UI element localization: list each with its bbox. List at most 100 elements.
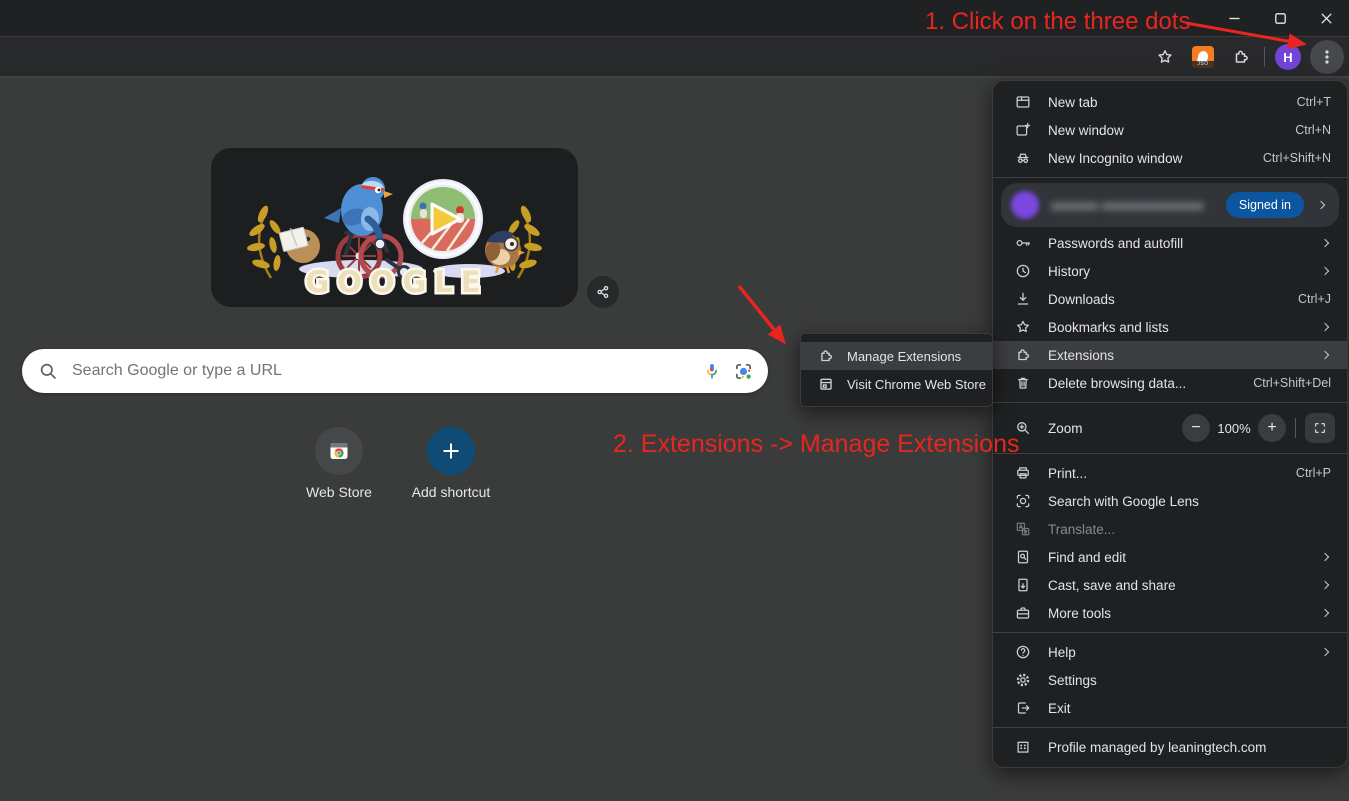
menu-item-new-tab[interactable]: New tab Ctrl+T [993, 88, 1347, 116]
menu-item-translate: Translate... [993, 515, 1347, 543]
cast-share-icon [1013, 576, 1033, 594]
share-icon [595, 284, 611, 300]
chevron-right-icon [1321, 351, 1329, 359]
close-button[interactable] [1303, 0, 1349, 36]
chevron-right-icon [1317, 201, 1325, 209]
menu-item-shortcut: Ctrl+P [1296, 466, 1331, 480]
key-icon [1013, 234, 1033, 252]
laurel-left [246, 204, 282, 278]
menu-item-history[interactable]: History [993, 257, 1347, 285]
window-controls [1211, 0, 1349, 36]
menu-item-label: New Incognito window [1048, 151, 1263, 166]
help-icon [1013, 643, 1033, 661]
chrome-main-menu: New tab Ctrl+T New window Ctrl+N New Inc… [992, 80, 1348, 768]
building-icon [1013, 738, 1033, 756]
menu-item-new-window[interactable]: New window Ctrl+N [993, 116, 1347, 144]
menu-profile-row[interactable]: ●●●●●● ●●●●●●●●●●●●● Signed in [1001, 183, 1339, 227]
menu-item-label: Cast, save and share [1048, 578, 1322, 593]
web-store-icon [315, 427, 363, 475]
menu-item-label: Delete browsing data... [1048, 376, 1253, 391]
maximize-button[interactable] [1257, 0, 1303, 36]
menu-footer-label: Profile managed by leaningtech.com [1048, 740, 1331, 755]
extensions-puzzle-icon[interactable] [1222, 37, 1260, 77]
exit-icon [1013, 699, 1033, 717]
translate-icon [1013, 520, 1033, 538]
submenu-item-visit-web-store[interactable]: Visit Chrome Web Store [801, 370, 992, 398]
menu-separator [993, 402, 1347, 403]
menu-item-help[interactable]: Help [993, 638, 1347, 666]
menu-item-label: Translate... [1048, 522, 1331, 537]
menu-item-profile-managed[interactable]: Profile managed by leaningtech.com [993, 733, 1347, 761]
extensions-submenu: Manage Extensions Visit Chrome Web Store [800, 333, 993, 407]
menu-zoom-row: Zoom − 100% + [993, 408, 1347, 448]
menu-item-delete-browsing-data[interactable]: Delete browsing data... Ctrl+Shift+Del [993, 369, 1347, 397]
menu-item-cast-save-share[interactable]: Cast, save and share [993, 571, 1347, 599]
menu-item-bookmarks-lists[interactable]: Bookmarks and lists [993, 313, 1347, 341]
menu-item-passwords-autofill[interactable]: Passwords and autofill [993, 229, 1347, 257]
zoom-in-button[interactable]: + [1258, 414, 1286, 442]
menu-item-downloads[interactable]: Downloads Ctrl+J [993, 285, 1347, 313]
submenu-item-label: Manage Extensions [847, 349, 961, 364]
menu-item-shortcut: Ctrl+N [1295, 123, 1331, 137]
menu-item-search-with-google-lens[interactable]: Search with Google Lens [993, 487, 1347, 515]
menu-item-more-tools[interactable]: More tools [993, 599, 1347, 627]
shortcut-add[interactable]: Add shortcut [395, 427, 507, 500]
annotation-step2: 2. Extensions -> Manage Extensions [613, 430, 1019, 459]
menu-item-label: Downloads [1048, 292, 1298, 307]
menu-separator [993, 632, 1347, 633]
zoom-level: 100% [1210, 421, 1258, 436]
menu-item-label: Passwords and autofill [1048, 236, 1322, 251]
menu-separator [993, 727, 1347, 728]
menu-item-label: More tools [1048, 606, 1322, 621]
menu-item-print[interactable]: Print... Ctrl+P [993, 459, 1347, 487]
menu-item-exit[interactable]: Exit [993, 694, 1347, 722]
menu-item-shortcut: Ctrl+Shift+N [1263, 151, 1331, 165]
menu-item-find-and-edit[interactable]: Find and edit [993, 543, 1347, 571]
submenu-item-manage-extensions[interactable]: Manage Extensions [801, 342, 992, 370]
three-dots-menu-button[interactable] [1310, 40, 1344, 74]
trash-icon [1013, 374, 1033, 392]
lens-icon [1013, 492, 1033, 510]
chevron-right-icon [1321, 323, 1329, 331]
zoom-out-button[interactable]: − [1182, 414, 1210, 442]
google-lens-icon[interactable] [733, 361, 754, 382]
menu-item-settings[interactable]: Settings [993, 666, 1347, 694]
fullscreen-icon [1312, 420, 1328, 436]
profile-avatar-button[interactable]: H [1269, 37, 1307, 77]
menu-separator [993, 177, 1347, 178]
google-doodle[interactable]: GOOGLE [211, 148, 578, 307]
menu-item-label: History [1048, 264, 1322, 279]
avatar: H [1275, 44, 1301, 70]
fullscreen-button[interactable] [1305, 413, 1335, 443]
store-icon [817, 375, 835, 393]
bookmark-star-icon[interactable] [1146, 37, 1184, 77]
menu-item-extensions[interactable]: Extensions [993, 341, 1347, 369]
chevron-right-icon [1321, 267, 1329, 275]
menu-item-label: Settings [1048, 673, 1331, 688]
shortcut-web-store[interactable]: Web Store [283, 427, 395, 500]
menu-item-new-incognito-window[interactable]: New Incognito window Ctrl+Shift+N [993, 144, 1347, 172]
chevron-right-icon [1321, 609, 1329, 617]
google-doodle-illustration: GOOGLE [211, 148, 578, 307]
doodle-share-button[interactable] [587, 276, 619, 308]
search-icon [38, 361, 58, 381]
toolbar-separator [1264, 47, 1265, 67]
search-input[interactable] [72, 362, 691, 380]
extension-orange-icon[interactable]: JSO [1184, 37, 1222, 77]
zoom-label: Zoom [1048, 421, 1182, 436]
puzzle-icon [817, 347, 835, 365]
menu-item-label: Help [1048, 645, 1322, 660]
zoom-separator [1295, 418, 1296, 438]
minimize-button[interactable] [1211, 0, 1257, 36]
download-icon [1013, 290, 1033, 308]
menu-item-shortcut: Ctrl+T [1297, 95, 1331, 109]
history-icon [1013, 262, 1033, 280]
add-shortcut-icon [427, 427, 475, 475]
puzzle-icon [1013, 346, 1033, 364]
menu-item-shortcut: Ctrl+J [1298, 292, 1331, 306]
search-bar[interactable] [22, 349, 768, 393]
voice-search-icon[interactable] [702, 361, 722, 381]
profile-avatar-blurred [1011, 191, 1039, 219]
incognito-icon [1013, 149, 1033, 167]
chevron-right-icon [1321, 553, 1329, 561]
